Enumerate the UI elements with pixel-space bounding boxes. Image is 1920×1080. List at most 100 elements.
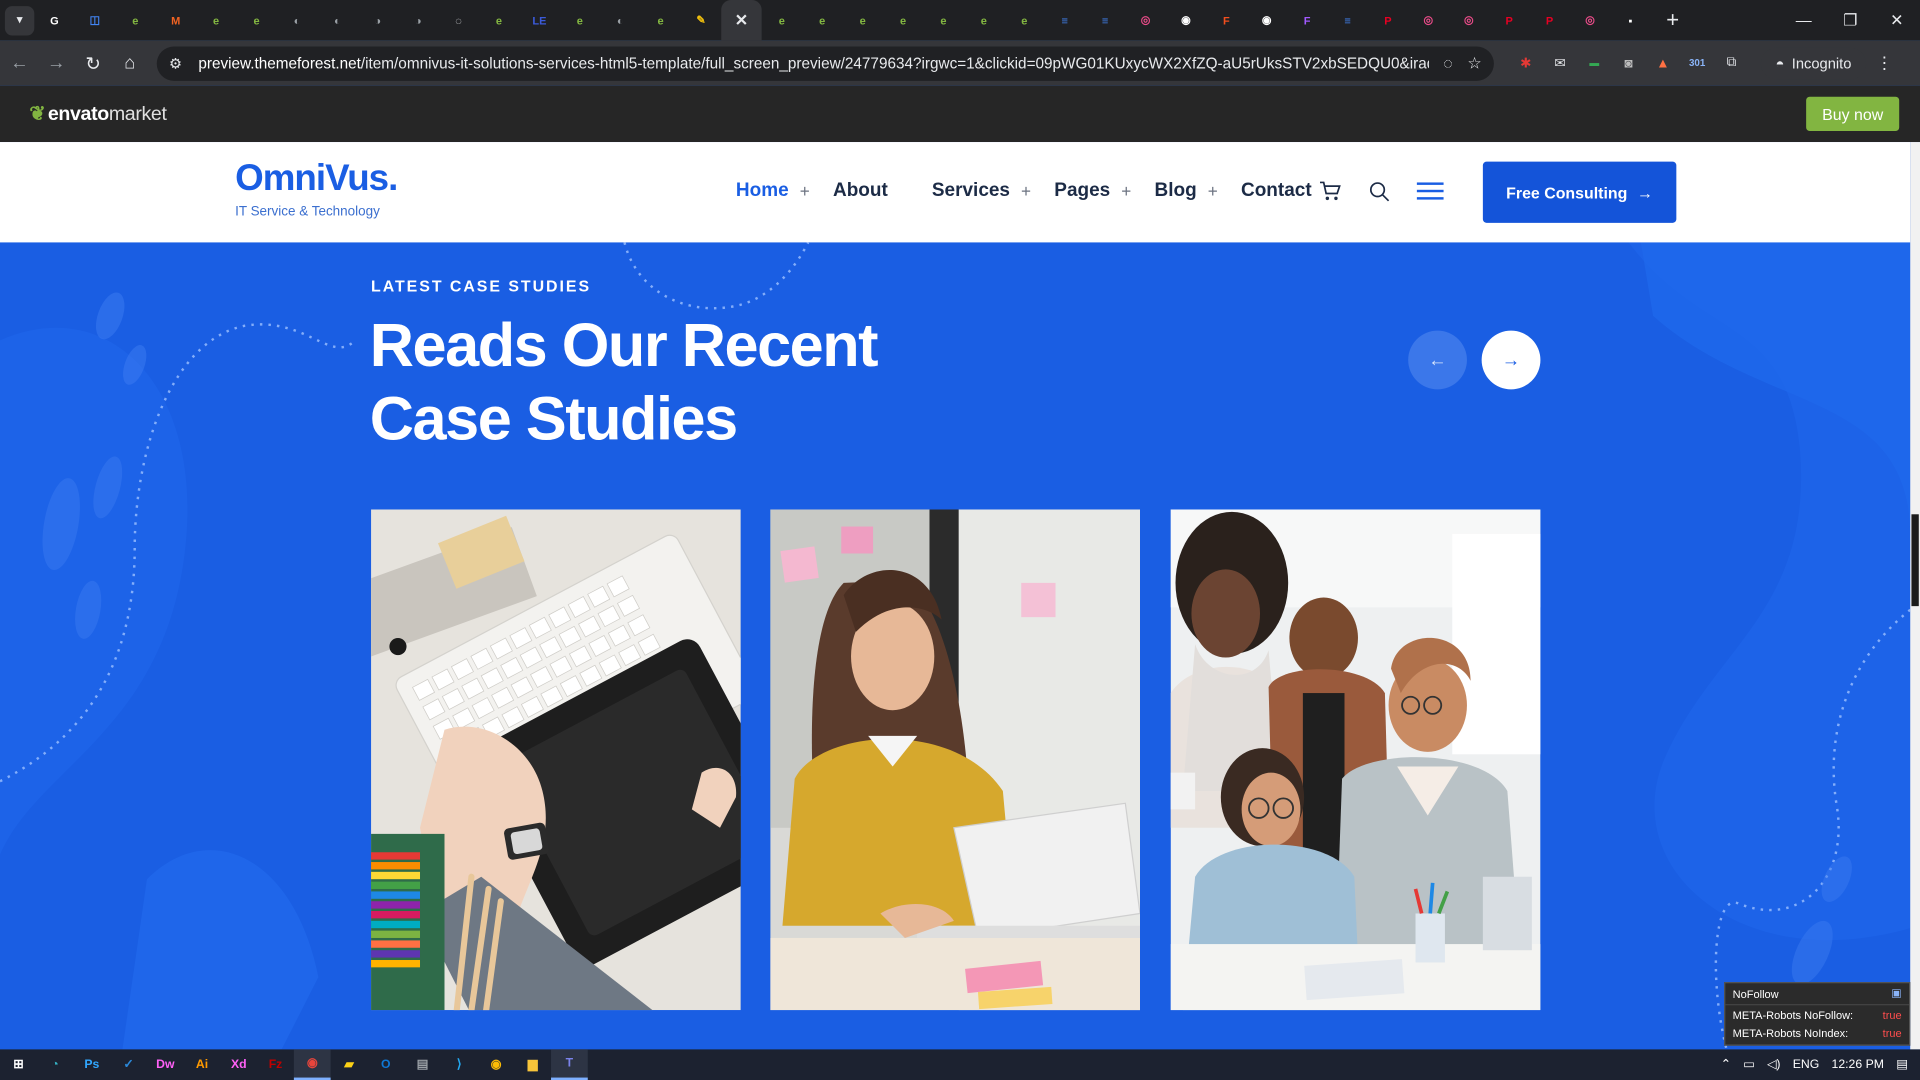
tab-after-5[interactable]: e <box>964 2 1004 39</box>
minimize-icon[interactable]: — <box>1780 0 1827 40</box>
dreamweaver-icon[interactable]: Dw <box>147 1049 184 1080</box>
nav-item-home[interactable]: Home + <box>736 180 810 202</box>
tab-6[interactable]: ◐ <box>277 2 317 39</box>
nav-item-services[interactable]: Services + <box>932 180 1031 202</box>
tab-after-16[interactable]: ◎ <box>1408 2 1448 39</box>
camera-icon[interactable]: ◙ <box>1611 51 1645 75</box>
tab-after-6[interactable]: e <box>1004 2 1044 39</box>
tab-after-4[interactable]: e <box>923 2 963 39</box>
tab-after-19[interactable]: P <box>1529 2 1569 39</box>
search-icon[interactable] <box>1369 181 1390 202</box>
reload-icon[interactable]: ↻ <box>76 46 110 80</box>
tab-search-button[interactable]: ▾ <box>4 5 35 35</box>
extension-envelope-icon[interactable]: ✉ <box>1543 51 1577 75</box>
tab-after-12[interactable]: ◉ <box>1247 2 1287 39</box>
buy-now-button[interactable]: Buy now <box>1806 96 1900 132</box>
slider-prev-button[interactable]: ← <box>1408 330 1467 390</box>
tab-after-21[interactable]: ▪ <box>1610 2 1650 39</box>
case-study-card-team-meeting[interactable] <box>1170 509 1541 1011</box>
tab-after-10[interactable]: ◉ <box>1166 2 1206 39</box>
tab-after-15[interactable]: P <box>1368 2 1408 39</box>
more-menu-icon[interactable]: ⋮ <box>1876 53 1893 74</box>
address-bar[interactable]: ⚙ preview.themeforest.net/item/omnivus-i… <box>156 45 1494 81</box>
tab-after-8[interactable]: ≡ <box>1085 2 1125 39</box>
tab-16[interactable]: ✎ <box>681 2 721 39</box>
tab-5[interactable]: e <box>236 2 276 39</box>
tab-11[interactable]: e <box>479 2 519 39</box>
bookmark-star-icon[interactable]: ☆ <box>1467 53 1481 73</box>
nav-item-blog[interactable]: Blog + <box>1155 180 1218 202</box>
tab-4[interactable]: e <box>196 2 236 39</box>
todo-icon[interactable]: ✓ <box>110 1049 147 1080</box>
sticky-notes-icon[interactable]: ▰ <box>331 1049 368 1080</box>
restore-icon[interactable]: ❐ <box>1827 0 1874 40</box>
nofollow-settings-icon[interactable]: ▣ <box>1891 987 1901 1000</box>
tab-13[interactable]: e <box>560 2 600 39</box>
tab-after-7[interactable]: ≡ <box>1044 2 1084 39</box>
close-tab-icon[interactable]: ✕ <box>733 10 750 28</box>
incognito-indicator[interactable]: ◓ Incognito <box>1760 47 1867 79</box>
new-tab-button[interactable]: + <box>1658 7 1687 33</box>
tab-after-2[interactable]: e <box>842 2 882 39</box>
clock[interactable]: 12:26 PM <box>1832 1058 1884 1071</box>
illustrator-icon[interactable]: Ai <box>184 1049 221 1080</box>
tab-8[interactable]: ◑ <box>358 2 398 39</box>
case-study-card-woman-laptop[interactable] <box>770 509 1141 1011</box>
extension-301-badge[interactable]: 301 <box>1680 51 1714 75</box>
tab-after-11[interactable]: F <box>1206 2 1246 39</box>
chrome-icon[interactable]: ◉ <box>293 1049 331 1080</box>
language-indicator[interactable]: ENG <box>1793 1058 1820 1071</box>
photoshop-icon[interactable]: Ps <box>73 1049 110 1080</box>
extension-fox-icon[interactable]: ▲ <box>1646 51 1680 75</box>
site-info-icon[interactable]: ⚙ <box>169 54 189 71</box>
hamburger-menu-icon[interactable] <box>1416 181 1444 201</box>
tab-active[interactable]: ✕ <box>721 0 762 41</box>
tab-after-20[interactable]: ◎ <box>1570 2 1610 39</box>
slider-next-button[interactable]: → <box>1481 330 1541 390</box>
tab-after-3[interactable]: e <box>883 2 923 39</box>
notification-icon[interactable]: ▤ <box>1896 1058 1908 1071</box>
tab-15[interactable]: e <box>640 2 680 39</box>
outlook-icon[interactable]: O <box>367 1049 404 1080</box>
filezilla-icon[interactable]: Fz <box>257 1049 294 1080</box>
tab-after-0[interactable]: e <box>762 2 802 39</box>
nav-item-contact[interactable]: Contact <box>1241 180 1312 202</box>
tab-14[interactable]: ◐ <box>600 2 640 39</box>
volume-icon[interactable]: ◁) <box>1767 1058 1781 1071</box>
xd-icon[interactable]: Xd <box>220 1049 257 1080</box>
site-logo[interactable]: OmniVus. IT Service & Technology <box>235 158 398 219</box>
tab-after-14[interactable]: ≡ <box>1327 2 1367 39</box>
extension-green-icon[interactable]: ▬ <box>1577 51 1611 75</box>
url-text[interactable]: preview.themeforest.net/item/omnivus-it-… <box>198 54 1428 71</box>
vscode-icon[interactable]: ⟩ <box>441 1049 478 1080</box>
tab-after-18[interactable]: P <box>1489 2 1529 39</box>
chrome-icon[interactable]: ◉ <box>478 1049 515 1080</box>
back-icon[interactable]: ← <box>2 46 36 80</box>
tab-1[interactable]: ◫ <box>75 2 115 39</box>
page-scrollbar[interactable] <box>1910 142 1920 1050</box>
close-window-icon[interactable]: ✕ <box>1873 0 1920 40</box>
network-icon[interactable]: ▭ <box>1743 1058 1755 1071</box>
puzzle-icon[interactable]: ⧉ <box>1714 51 1748 75</box>
tab-after-1[interactable]: e <box>802 2 842 39</box>
tab-10[interactable]: ◌ <box>438 2 478 39</box>
windows-start-icon[interactable]: ⊞ <box>0 1049 37 1080</box>
tab-12[interactable]: LE <box>519 2 559 39</box>
nav-item-pages[interactable]: Pages + <box>1054 180 1131 202</box>
tab-7[interactable]: ◐ <box>317 2 357 39</box>
tab-after-17[interactable]: ◎ <box>1449 2 1489 39</box>
tab-2[interactable]: e <box>115 2 155 39</box>
tab-3[interactable]: M <box>156 2 196 39</box>
chevron-up-icon[interactable]: ⌃ <box>1721 1058 1731 1071</box>
tab-after-9[interactable]: ◎ <box>1125 2 1165 39</box>
extension-bug-icon[interactable]: ✱ <box>1509 51 1543 75</box>
tab-0[interactable]: G <box>34 2 74 39</box>
scrollbar-thumb[interactable] <box>1911 514 1919 607</box>
case-study-card-designer-keyboard[interactable] <box>371 509 741 1011</box>
tab-after-13[interactable]: F <box>1287 2 1327 39</box>
home-icon[interactable]: ⌂ <box>113 46 147 80</box>
cart-icon[interactable] <box>1319 180 1342 202</box>
envato-market-logo[interactable]: ❦ envatomarket <box>29 102 167 126</box>
forward-icon[interactable]: → <box>39 46 73 80</box>
edge-icon[interactable]: ◔ <box>37 1049 74 1080</box>
